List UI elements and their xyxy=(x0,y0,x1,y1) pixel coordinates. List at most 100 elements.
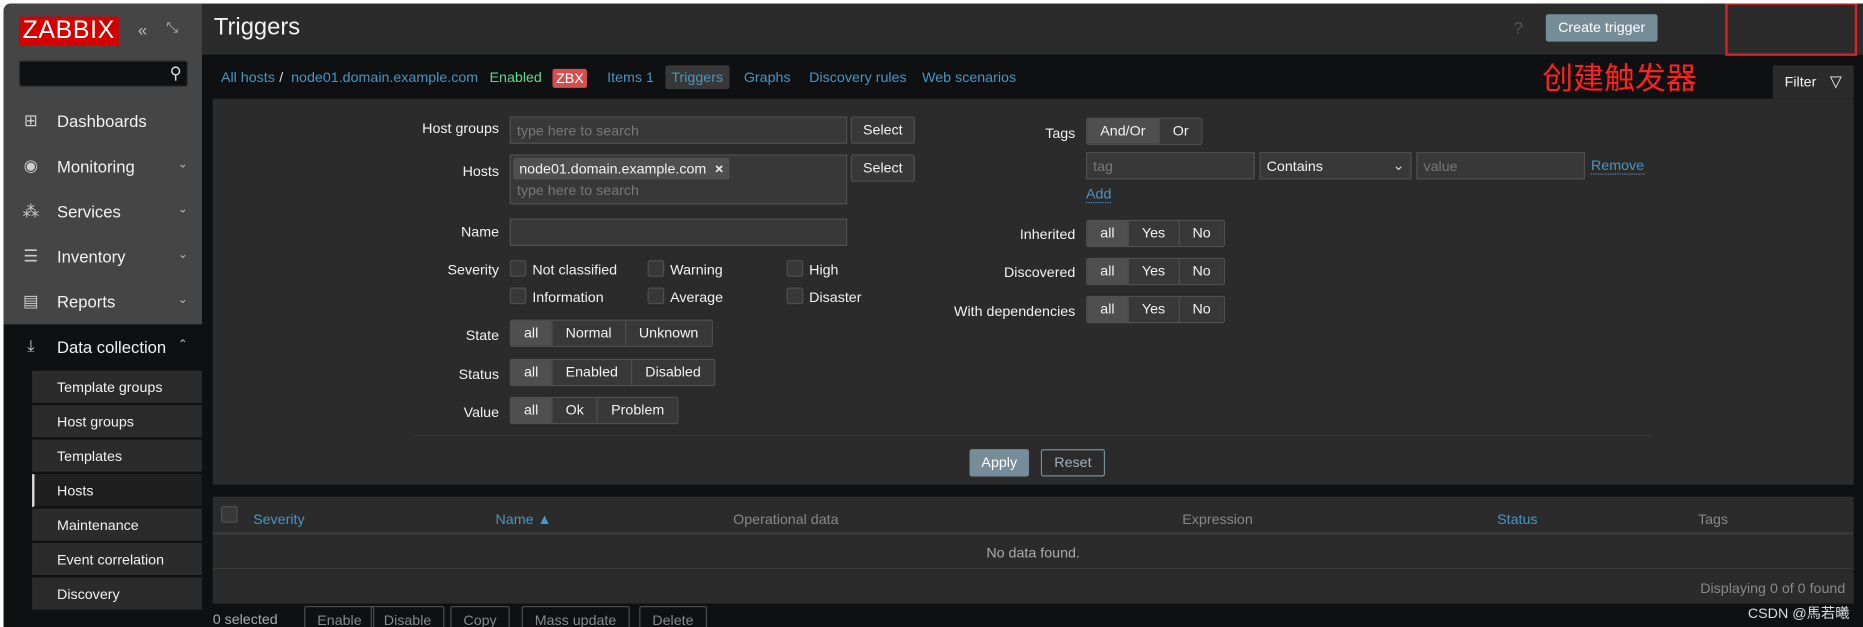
submenu-event-correlation[interactable]: Event correlation xyxy=(32,543,202,577)
inherited-radio-group: all Yes No xyxy=(1086,219,1225,248)
kiosk-mode-icon[interactable]: ⤡ xyxy=(166,19,177,37)
disable-button[interactable]: Disable xyxy=(370,605,445,627)
tab-items[interactable]: Items 1 xyxy=(607,69,654,86)
hosts-select-button[interactable]: Select xyxy=(850,154,915,182)
select-all-checkbox[interactable] xyxy=(221,506,238,523)
search-icon[interactable]: ⚲ xyxy=(170,63,182,83)
discovered-no[interactable]: No xyxy=(1178,259,1224,284)
severity-disaster-checkbox[interactable] xyxy=(786,287,804,305)
header-divider xyxy=(212,532,1854,535)
status-enabled[interactable]: Enabled xyxy=(551,360,632,385)
tag-add-link[interactable]: Add xyxy=(1086,185,1112,204)
breadcrumb-all-hosts[interactable]: All hosts xyxy=(221,69,275,86)
host-chip: node01.domain.example.com × xyxy=(513,158,730,180)
sidebar-item-monitoring[interactable]: ◉ Monitoring ⌄ xyxy=(4,144,202,189)
tag-remove-link[interactable]: Remove xyxy=(1590,157,1645,175)
zabbix-logo[interactable]: ZABBIX xyxy=(19,16,119,46)
severity-not-classified-checkbox[interactable] xyxy=(509,260,527,277)
status-all[interactable]: all xyxy=(510,360,552,385)
chevron-down-icon: ⌄ xyxy=(1392,156,1405,174)
remove-chip-icon[interactable]: × xyxy=(715,160,723,177)
reset-button[interactable]: Reset xyxy=(1040,449,1106,477)
breadcrumb: All hosts / node01.domain.example.com En… xyxy=(202,55,1863,99)
hosts-input[interactable]: node01.domain.example.com × type here to… xyxy=(509,154,848,205)
tab-graphs[interactable]: Graphs xyxy=(744,69,791,86)
breadcrumb-host[interactable]: node01.domain.example.com xyxy=(291,69,478,86)
dependencies-yes[interactable]: Yes xyxy=(1127,297,1179,323)
sidebar-search-input[interactable]: ⚲ xyxy=(19,60,188,87)
state-radio-group: all Normal Unknown xyxy=(509,319,713,347)
triggers-table: Severity Name ▲ Operational data Express… xyxy=(212,496,1854,604)
no-data-message: No data found. xyxy=(986,544,1080,561)
filter-panel: Host groups type here to search Select H… xyxy=(212,98,1854,485)
state-all[interactable]: all xyxy=(510,320,552,346)
column-severity[interactable]: Severity xyxy=(253,511,305,528)
dependencies-no[interactable]: No xyxy=(1178,297,1224,323)
status-radio-group: all Enabled Disabled xyxy=(509,358,716,387)
state-label: State xyxy=(465,326,500,344)
column-tags: Tags xyxy=(1697,510,1729,528)
sidebar-item-data-collection[interactable]: ⤓ Data collection ⌃ xyxy=(4,324,202,369)
delete-button[interactable]: Delete xyxy=(639,605,707,627)
sidebar: ZABBIX « ⤡ ⚲ ⊞ Dashboards ◉ Monitoring ⌄ ⁂ S… xyxy=(3,3,202,627)
tag-operator-select[interactable]: Contains ⌄ xyxy=(1259,152,1412,180)
report-icon: ▤ xyxy=(23,291,39,311)
chevron-down-icon: ⌄ xyxy=(177,248,188,262)
submenu-host-groups[interactable]: Host groups xyxy=(32,405,202,439)
status-disabled[interactable]: Disabled xyxy=(631,360,714,385)
help-icon[interactable]: ? xyxy=(1514,18,1523,37)
tab-discovery-rules[interactable]: Discovery rules xyxy=(809,69,906,86)
chevron-down-icon: ⌄ xyxy=(177,158,188,172)
column-expression: Expression xyxy=(1182,510,1253,528)
severity-information-checkbox[interactable] xyxy=(509,287,527,305)
discovered-yes[interactable]: Yes xyxy=(1127,259,1179,284)
submenu-hosts[interactable]: Hosts xyxy=(32,474,202,508)
tag-name-input[interactable]: tag xyxy=(1086,152,1255,180)
submenu-maintenance[interactable]: Maintenance xyxy=(32,508,202,542)
inherited-yes[interactable]: Yes xyxy=(1127,221,1179,246)
dependencies-all[interactable]: all xyxy=(1087,297,1128,323)
name-input[interactable] xyxy=(509,218,848,246)
zbx-availability-badge: ZBX xyxy=(552,68,588,88)
severity-warning-checkbox[interactable] xyxy=(647,260,665,277)
column-status[interactable]: Status xyxy=(1497,511,1537,528)
severity-high-checkbox[interactable] xyxy=(786,260,804,277)
tag-value-input[interactable]: value xyxy=(1416,152,1586,180)
copy-button[interactable]: Copy xyxy=(450,605,510,627)
discovered-all[interactable]: all xyxy=(1087,259,1128,284)
submenu-discovery[interactable]: Discovery xyxy=(32,577,202,611)
state-normal[interactable]: Normal xyxy=(551,320,625,346)
discovered-radio-group: all Yes No xyxy=(1086,257,1225,286)
tab-triggers[interactable]: Triggers xyxy=(665,65,730,90)
chevron-down-icon: ⌄ xyxy=(177,203,188,217)
submenu-template-groups[interactable]: Template groups xyxy=(32,370,202,404)
collapse-sidebar-icon[interactable]: « xyxy=(138,20,147,39)
enable-button[interactable]: Enable xyxy=(304,605,375,627)
tags-and-or[interactable]: And/Or xyxy=(1087,118,1159,144)
submenu-templates[interactable]: Templates xyxy=(32,439,202,473)
status-label: Status xyxy=(458,365,500,383)
filter-icon: ▽ xyxy=(1829,72,1842,91)
dashboard-icon: ⊞ xyxy=(23,110,38,130)
value-ok[interactable]: Ok xyxy=(551,398,597,423)
state-unknown[interactable]: Unknown xyxy=(624,320,712,346)
sidebar-item-inventory[interactable]: ☰ Inventory ⌄ xyxy=(4,234,202,279)
value-problem[interactable]: Problem xyxy=(596,398,678,423)
filter-tab[interactable]: Filter ▽ xyxy=(1772,65,1854,99)
mass-update-button[interactable]: Mass update xyxy=(521,605,630,627)
inherited-no[interactable]: No xyxy=(1178,221,1224,246)
tags-or[interactable]: Or xyxy=(1158,118,1202,144)
create-trigger-button[interactable]: Create trigger xyxy=(1545,14,1658,42)
column-name[interactable]: Name ▲ xyxy=(495,511,551,528)
sidebar-item-services[interactable]: ⁂ Services ⌄ xyxy=(4,189,202,234)
sidebar-item-dashboards[interactable]: ⊞ Dashboards xyxy=(4,99,202,144)
annotation-highlight-box xyxy=(1725,3,1858,56)
sidebar-item-reports[interactable]: ▤ Reports ⌄ xyxy=(4,279,202,324)
inherited-label: Inherited xyxy=(1019,225,1076,243)
apply-button[interactable]: Apply xyxy=(969,449,1029,477)
tab-web-scenarios[interactable]: Web scenarios xyxy=(922,69,1016,86)
inherited-all[interactable]: all xyxy=(1087,221,1128,246)
value-all[interactable]: all xyxy=(510,398,552,423)
severity-average-checkbox[interactable] xyxy=(647,287,665,305)
host-groups-input[interactable]: type here to search xyxy=(509,116,848,144)
